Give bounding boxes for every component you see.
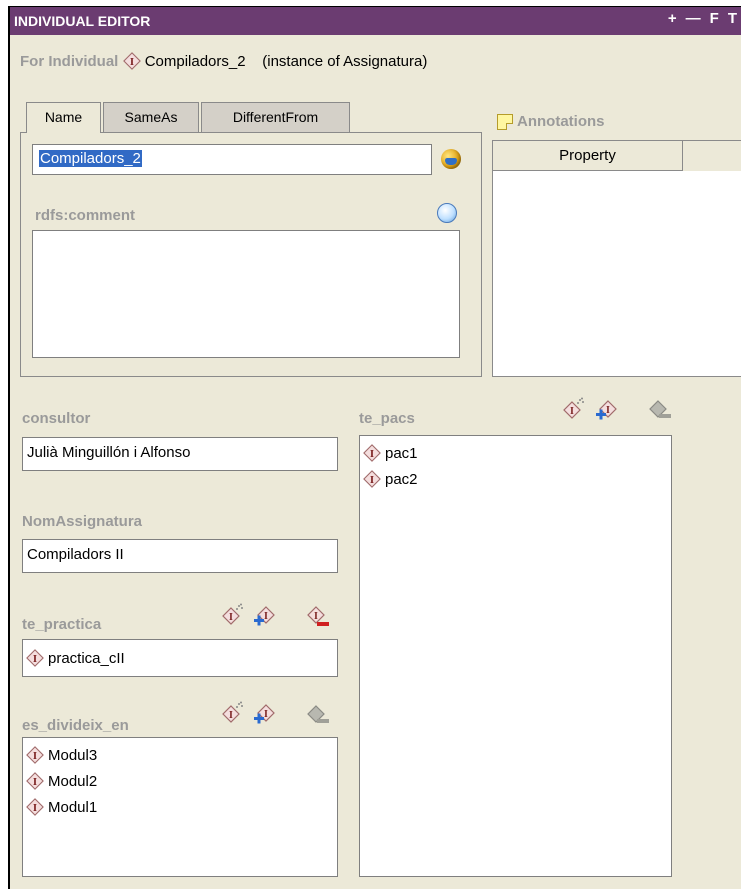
list-item[interactable]: Modul2	[23, 768, 337, 794]
list-item[interactable]: Modul1	[23, 794, 337, 820]
individual-diamond-icon	[26, 649, 44, 667]
t-button[interactable]: T	[728, 10, 737, 27]
remove-window-button[interactable]: —	[686, 10, 701, 27]
add-instance-icon[interactable]: I	[252, 605, 276, 629]
svg-text:I: I	[264, 709, 268, 720]
consultor-field[interactable]: Julià Minguillón i Alfonso	[22, 437, 338, 471]
te-pacs-label: te_pacs	[359, 410, 415, 427]
annotations-label: Annotations	[517, 113, 605, 130]
svg-text:I: I	[229, 612, 233, 623]
consultor-label: consultor	[22, 410, 91, 427]
remove-instance-disabled-icon[interactable]	[648, 399, 672, 423]
list-item-label: Modul1	[48, 798, 98, 816]
tab-name[interactable]: Name	[26, 102, 101, 133]
f-button[interactable]: F	[710, 10, 719, 27]
nomassignatura-value: Compiladors II	[27, 546, 124, 563]
list-item-label: Modul2	[48, 772, 98, 790]
comment-textarea[interactable]	[32, 230, 460, 358]
title-bar: INDIVIDUAL EDITOR + — F T	[10, 7, 741, 35]
annotations-heading: Annotations	[497, 113, 605, 130]
list-item-label: pac2	[385, 470, 418, 488]
language-globe-icon[interactable]	[441, 149, 461, 169]
tab-sameas[interactable]: SameAs	[103, 102, 199, 132]
nomassignatura-field[interactable]: Compiladors II	[22, 539, 338, 573]
tab-differentfrom[interactable]: DifferentFrom	[201, 102, 350, 132]
list-item-label: practica_cII	[48, 649, 125, 667]
annotations-table: Property	[492, 140, 741, 377]
svg-text:I: I	[229, 710, 233, 721]
individual-diamond-icon	[26, 746, 44, 764]
create-instance-icon[interactable]: I	[221, 603, 245, 627]
te-practica-list[interactable]: practica_cII	[22, 639, 338, 677]
remove-instance-icon[interactable]: I	[306, 605, 330, 629]
nomassignatura-label: NomAssignatura	[22, 513, 143, 530]
create-instance-icon[interactable]: I	[562, 397, 586, 421]
annotation-note-icon	[497, 113, 513, 130]
add-comment-icon[interactable]	[437, 203, 457, 223]
for-individual-label: For Individual	[20, 53, 119, 70]
annotations-table-body[interactable]	[493, 171, 741, 376]
individual-header: For Individual Compiladors_2 (instance o…	[20, 52, 427, 70]
name-field[interactable]: Compiladors_2	[32, 144, 432, 175]
consultor-value: Julià Minguillón i Alfonso	[27, 444, 191, 461]
te-pacs-list[interactable]: pac1 pac2	[359, 435, 672, 877]
property-column-header[interactable]: Property	[493, 141, 683, 171]
individual-diamond-icon	[26, 772, 44, 790]
rdfs-comment-label: rdfs:comment	[35, 207, 136, 224]
svg-text:I: I	[314, 611, 318, 622]
add-window-button[interactable]: +	[668, 10, 677, 27]
individual-editor-window: INDIVIDUAL EDITOR + — F T For Individual…	[8, 6, 741, 889]
individual-diamond-icon	[363, 444, 381, 462]
name-field-value: Compiladors_2	[39, 150, 142, 167]
window-title: INDIVIDUAL EDITOR	[14, 13, 151, 29]
te-practica-label: te_practica	[22, 616, 102, 633]
list-item[interactable]: Modul3	[23, 742, 337, 768]
list-item-label: Modul3	[48, 746, 98, 764]
svg-text:I: I	[264, 611, 268, 622]
individual-diamond-icon	[363, 470, 381, 488]
list-item[interactable]: practica_cII	[23, 645, 337, 671]
individual-diamond-icon	[26, 798, 44, 816]
list-item[interactable]: pac1	[360, 440, 671, 466]
add-instance-icon[interactable]: I	[594, 399, 618, 423]
individual-name: Compiladors_2	[144, 53, 246, 70]
es-divideix-en-list[interactable]: Modul3 Modul2 Modul1	[22, 737, 338, 877]
svg-text:I: I	[606, 405, 610, 416]
add-instance-icon[interactable]: I	[252, 703, 276, 727]
remove-instance-disabled-icon[interactable]	[306, 704, 330, 728]
create-instance-icon[interactable]: I	[221, 701, 245, 725]
title-bar-buttons: + — F T	[668, 10, 737, 27]
list-item[interactable]: pac2	[360, 466, 671, 492]
individual-diamond-icon	[123, 52, 141, 70]
list-item-label: pac1	[385, 444, 418, 462]
svg-text:I: I	[570, 406, 574, 417]
es-divideix-en-label: es_divideix_en	[22, 717, 129, 734]
instance-of-text: (instance of Assignatura)	[262, 53, 428, 70]
